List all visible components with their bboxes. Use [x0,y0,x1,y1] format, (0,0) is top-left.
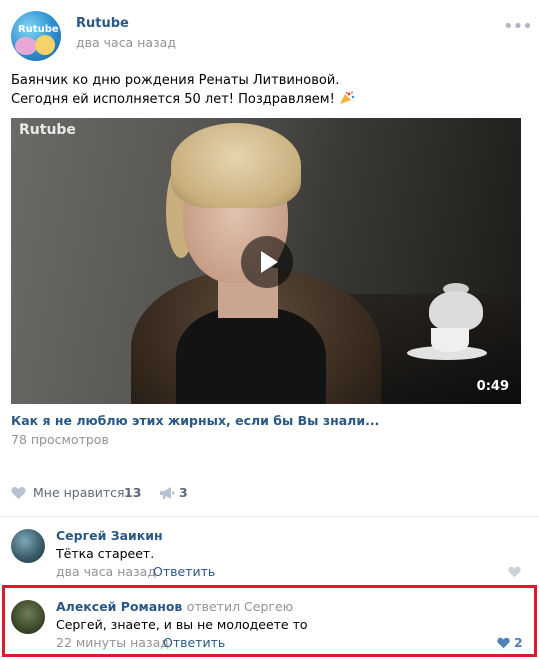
video-views: 78 просмотров [11,432,109,447]
video-frame-dress [176,308,326,404]
video-title-link[interactable]: Как я не люблю этих жирных, если бы Вы з… [11,413,379,428]
video-duration: 0:49 [476,379,509,394]
heart-icon[interactable] [11,486,26,500]
avatar-art [15,37,37,55]
video-frame-cup [431,328,469,352]
comment-author[interactable]: Сергей Заикин [56,528,163,543]
party-popper-icon [339,91,355,104]
avatar-art-2 [35,35,55,55]
video-watermark-logo: Rutube [19,122,76,138]
video-player[interactable]: Rutube 0:49 [11,118,521,404]
highlight-frame [2,585,537,657]
post-time[interactable]: два часа назад [76,35,176,50]
video-frame-hair [171,123,301,208]
post-header: Rutube Rutube два часа назад ••• [11,11,533,61]
play-icon[interactable] [241,236,293,288]
more-dots-icon[interactable]: ••• [503,16,533,37]
heart-icon[interactable] [508,566,521,578]
like-button-label[interactable]: Мне нравится [33,485,125,500]
post-text: Баянчик ко дню рождения Ренаты Литвиново… [11,71,526,109]
reply-button[interactable]: Ответить [153,564,215,579]
comment-item: Сергей Заикин Тётка стареет. два часа на… [0,527,539,579]
post-text-line-1: Баянчик ко дню рождения Ренаты Литвиново… [11,73,340,88]
like-count[interactable]: 13 [124,485,141,500]
video-frame-sugar-bowl [429,291,483,331]
post-text-line-2-text: Сегодня ей исполняется 50 лет! Поздравля… [11,92,335,107]
avatar[interactable] [11,529,45,563]
avatar-logo-text: Rutube [18,24,59,35]
comment-time[interactable]: два часа назад [56,564,156,579]
rutube-avatar[interactable]: Rutube [11,11,61,61]
comment-text: Тётка стареет. [56,546,155,561]
post-author[interactable]: Rutube [76,16,129,31]
share-megaphone-icon[interactable] [159,486,175,500]
post-text-line-2: Сегодня ей исполняется 50 лет! Поздравля… [11,90,526,109]
divider [0,516,539,517]
share-count[interactable]: 3 [179,485,188,500]
